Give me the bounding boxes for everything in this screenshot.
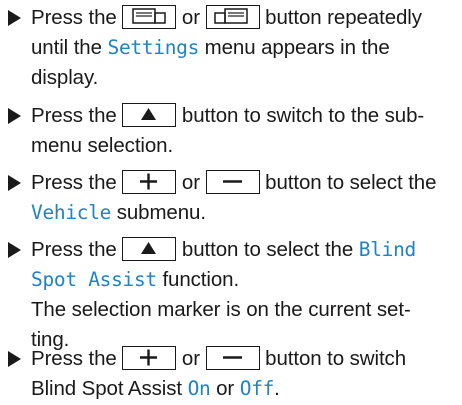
up-arrow-icon: [141, 242, 157, 254]
step-5-line-2: Blind Spot Assist On or Off.: [31, 374, 462, 404]
step-text: Press the: [31, 104, 117, 127]
step-text: menu appears in the: [204, 36, 390, 59]
page-forward-icon: [213, 8, 248, 24]
step-2-line-2: menu selection.: [31, 131, 462, 161]
plus-button[interactable]: [122, 170, 177, 194]
step-2: Press the button to switch to the sub- m…: [0, 101, 462, 161]
step-4-line-3: The selection marker is on the current s…: [31, 295, 462, 325]
instruction-page: Press the or button repeatedly until the…: [0, 0, 462, 405]
bullet-arrow-icon: [8, 10, 21, 26]
bullet-arrow-icon: [8, 242, 21, 258]
step-text: Press the: [31, 6, 117, 29]
plus-icon: [140, 173, 158, 190]
minus-icon: [222, 180, 242, 183]
or-text: or: [181, 6, 200, 29]
step-4-line-2: Spot Assist function.: [31, 265, 462, 295]
step-2-text: Press the button to switch to the sub- m…: [31, 101, 462, 161]
period-text: .: [274, 377, 280, 400]
settings-menu-name: Settings: [107, 36, 200, 59]
minus-icon: [222, 356, 242, 359]
step-1: Press the or button repeatedly until the…: [0, 3, 462, 93]
bullet-arrow-icon: [8, 175, 21, 191]
step-1-line-2: until the Settings menu appears in the: [31, 33, 462, 63]
step-3-line-1: Press the or button to select the: [31, 168, 462, 198]
minus-button[interactable]: [205, 170, 260, 194]
step-2-line-1: Press the button to switch to the sub-: [31, 101, 462, 131]
step-1-line-1: Press the or button repeatedly: [31, 3, 462, 33]
function-name-part-1: Blind: [358, 238, 417, 261]
step-4-line-1: Press the button to select the Blind: [31, 235, 462, 265]
step-text: Press the: [31, 171, 117, 194]
step-text: button to switch: [265, 347, 407, 370]
step-5-line-1: Press the or button to switch: [31, 344, 462, 374]
step-1-text: Press the or button repeatedly until the…: [31, 3, 462, 93]
step-text: button to select the: [181, 238, 354, 261]
step-5-text: Press the or button to switch Blind Spot…: [31, 344, 462, 404]
step-5: Press the or button to switch Blind Spot…: [0, 344, 462, 404]
function-name-part-2: Spot Assist: [31, 268, 157, 291]
step-text: button repeatedly: [265, 6, 422, 29]
step-3-line-2: Vehicle submenu.: [31, 198, 462, 228]
step-text: display.: [31, 66, 99, 89]
plus-button[interactable]: [122, 346, 177, 370]
step-text: button to select the: [265, 171, 437, 194]
on-option: On: [187, 377, 211, 400]
off-option: Off: [239, 377, 275, 400]
step-text: menu selection.: [31, 134, 174, 157]
step-4: Press the button to select the Blind Spo…: [0, 235, 462, 355]
step-text: submenu.: [116, 201, 206, 224]
up-button[interactable]: [122, 103, 177, 127]
bullet-arrow-icon: [8, 351, 21, 367]
step-3-text: Press the or button to select the Vehicl…: [31, 168, 462, 228]
step-text: Press the: [31, 347, 117, 370]
step-text: function.: [162, 268, 240, 291]
step-text: Blind Spot Assist: [31, 377, 182, 400]
vehicle-menu-name: Vehicle: [31, 201, 112, 224]
plus-icon: [140, 349, 158, 366]
or-text: or: [181, 347, 200, 370]
step-4-text: Press the button to select the Blind Spo…: [31, 235, 462, 355]
up-arrow-icon: [141, 108, 157, 120]
up-button[interactable]: [122, 237, 177, 261]
page-back-button[interactable]: [122, 5, 177, 29]
or-text: or: [181, 171, 200, 194]
page-back-icon: [132, 8, 167, 24]
step-text: until the: [31, 36, 102, 59]
step-text: Press the: [31, 238, 117, 261]
minus-button[interactable]: [205, 346, 260, 370]
step-text: button to switch to the sub-: [181, 104, 425, 127]
page-forward-button[interactable]: [205, 5, 260, 29]
step-3: Press the or button to select the Vehicl…: [0, 168, 462, 228]
step-text: The selection marker is on the current s…: [31, 298, 411, 321]
or-text: or: [216, 377, 235, 400]
bullet-arrow-icon: [8, 108, 21, 124]
step-1-line-3: display.: [31, 63, 462, 93]
